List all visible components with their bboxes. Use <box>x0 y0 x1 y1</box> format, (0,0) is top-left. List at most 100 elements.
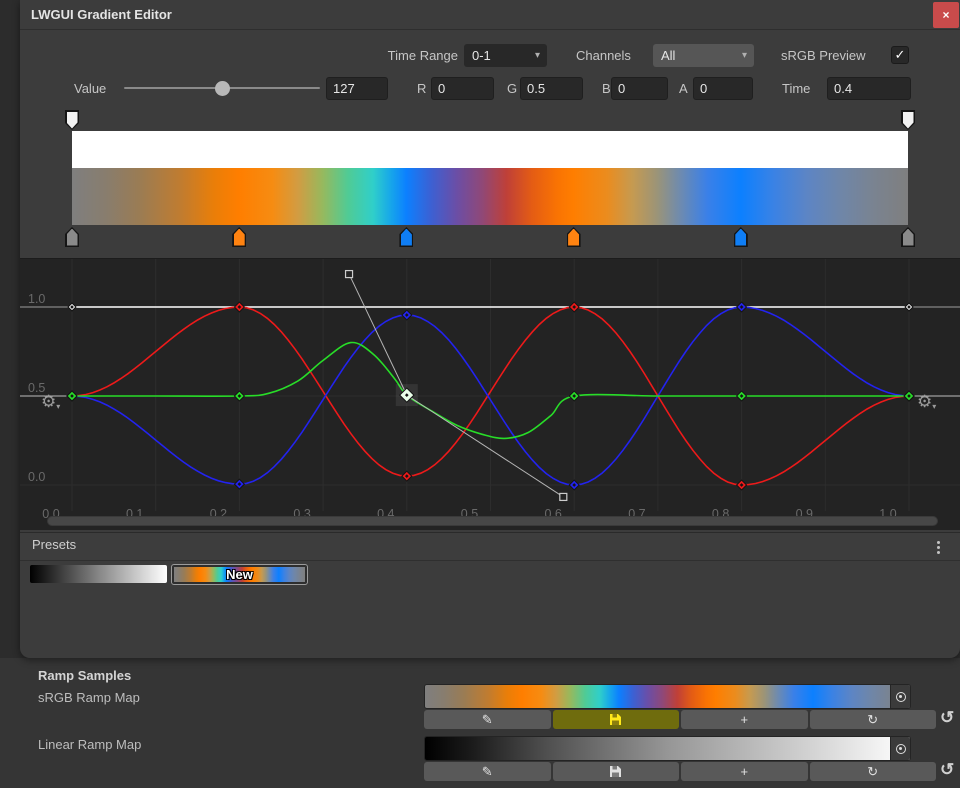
screen: Ramp Samples sRGB Ramp Map ✎ + ↻ ↺ Linea… <box>0 0 960 788</box>
color-key-marker[interactable] <box>734 227 748 247</box>
time-range-dropdown[interactable]: 0-1 ▾ <box>464 44 547 67</box>
time-input[interactable] <box>827 77 911 100</box>
edit-ramp-button[interactable]: ✎ <box>424 762 551 781</box>
refresh-ramp-button[interactable]: ↻ <box>810 762 937 781</box>
linear-ramp-preview <box>425 737 910 760</box>
chevron-down-icon: ▾ <box>932 402 936 411</box>
g-input[interactable] <box>520 77 583 100</box>
linear-ramp-object-field[interactable] <box>424 736 911 761</box>
srgb-ramp-map-label: sRGB Ramp Map <box>38 690 140 705</box>
value-slider[interactable] <box>122 77 322 100</box>
object-picker-button[interactable] <box>890 737 910 760</box>
srgb-ramp-preview <box>425 685 910 708</box>
srgb-preview-label: sRGB Preview <box>781 44 866 67</box>
alpha-markers-row <box>72 110 908 131</box>
refresh-ramp-button[interactable]: ↻ <box>810 710 937 729</box>
r-input[interactable] <box>431 77 494 100</box>
g-label: G <box>507 77 517 100</box>
value-label: Value <box>74 77 106 100</box>
kebab-menu-icon[interactable] <box>931 539 945 555</box>
gradient-preview-strip[interactable] <box>72 168 908 225</box>
channels-label: Channels <box>576 44 631 67</box>
green-curve-key[interactable] <box>67 391 77 401</box>
linear-ramp-toolbar: ✎ + ↻ <box>424 762 936 781</box>
refresh-icon: ↻ <box>867 712 878 728</box>
checkmark-icon: ✓ <box>895 47 906 63</box>
green-curve-key[interactable] <box>569 391 579 401</box>
channels-value: All <box>661 48 675 63</box>
b-input[interactable] <box>611 77 668 100</box>
alpha-key-marker[interactable] <box>901 110 915 130</box>
object-picker-icon <box>896 744 906 754</box>
blue-curve-key[interactable] <box>737 302 747 312</box>
time-range-label: Time Range <box>368 44 458 67</box>
time-label: Time <box>782 77 810 100</box>
color-key-marker[interactable] <box>567 227 581 247</box>
alpha-curve-key[interactable] <box>905 303 913 311</box>
save-ramp-button[interactable] <box>553 710 680 729</box>
add-ramp-button[interactable]: + <box>681 762 808 781</box>
svg-text:0.0: 0.0 <box>28 470 45 484</box>
blue-curve-key[interactable] <box>402 310 412 320</box>
object-picker-button[interactable] <box>890 685 910 708</box>
color-key-marker[interactable] <box>65 227 79 247</box>
chevron-down-icon: ▾ <box>742 44 747 67</box>
edit-ramp-button[interactable]: ✎ <box>424 710 551 729</box>
plus-icon: + <box>740 712 748 727</box>
slider-knob[interactable] <box>215 81 230 96</box>
alpha-curve-key[interactable] <box>68 303 76 311</box>
color-key-marker[interactable] <box>232 227 246 247</box>
curve-editor[interactable]: 0.00.10.20.30.40.50.60.70.80.91.01.00.50… <box>20 258 960 530</box>
window-title: LWGUI Gradient Editor <box>31 7 172 22</box>
gear-icon: ⚙ <box>41 392 56 411</box>
time-range-value: 0-1 <box>472 48 491 63</box>
value-input[interactable] <box>326 77 388 100</box>
blue-curve-key[interactable] <box>569 480 579 490</box>
red-curve-key[interactable] <box>737 480 747 490</box>
undo-linear-button[interactable]: ↺ <box>940 761 954 779</box>
channels-dropdown[interactable]: All ▾ <box>653 44 754 67</box>
srgb-preview-checkbox[interactable]: ✓ <box>891 46 909 64</box>
undo-icon: ↺ <box>940 708 954 727</box>
presets-title: Presets <box>32 537 76 552</box>
srgb-ramp-object-field[interactable] <box>424 684 911 709</box>
floppy-icon <box>609 713 622 726</box>
object-picker-icon <box>896 692 906 702</box>
alpha-preview-strip[interactable] <box>72 131 908 168</box>
gear-icon: ⚙ <box>917 392 932 411</box>
linear-ramp-map-label: Linear Ramp Map <box>38 737 141 752</box>
red-curve-key[interactable] <box>402 471 412 481</box>
curve-canvas[interactable]: 0.00.10.20.30.40.50.60.70.80.91.01.00.50… <box>20 259 960 531</box>
chevron-down-icon: ▾ <box>56 402 60 411</box>
horizontal-scrollbar[interactable] <box>47 516 938 526</box>
close-icon: × <box>942 8 949 22</box>
preset-name-label: New <box>172 565 307 584</box>
tangent-handle[interactable] <box>560 493 567 500</box>
inspector-panel: Ramp Samples sRGB Ramp Map ✎ + ↻ ↺ Linea… <box>0 658 960 788</box>
right-gear-menu[interactable]: ⚙▾ <box>917 392 936 417</box>
red-curve-key[interactable] <box>234 302 244 312</box>
blue-curve-key[interactable] <box>234 479 244 489</box>
red-curve-key[interactable] <box>569 302 579 312</box>
color-markers-row <box>72 227 908 248</box>
a-input[interactable] <box>693 77 753 100</box>
preset-swatch-new[interactable]: New <box>171 564 308 585</box>
alpha-key-marker[interactable] <box>65 110 79 130</box>
undo-srgb-button[interactable]: ↺ <box>940 709 954 727</box>
add-ramp-button[interactable]: + <box>681 710 808 729</box>
green-curve-key[interactable] <box>904 391 914 401</box>
b-label: B <box>602 77 611 100</box>
close-button[interactable]: × <box>933 2 959 28</box>
tangent-handle[interactable] <box>346 271 353 278</box>
presets-header <box>20 532 960 561</box>
left-gear-menu[interactable]: ⚙▾ <box>41 392 60 417</box>
green-curve-key[interactable] <box>234 391 244 401</box>
chevron-down-icon: ▾ <box>535 44 540 67</box>
green-curve-key[interactable] <box>737 391 747 401</box>
save-ramp-button[interactable] <box>553 762 680 781</box>
color-key-marker[interactable] <box>901 227 915 247</box>
preset-swatch-grayscale[interactable] <box>30 565 167 583</box>
ramp-samples-header: Ramp Samples <box>38 668 131 683</box>
color-key-marker[interactable] <box>399 227 413 247</box>
srgb-ramp-toolbar: ✎ + ↻ <box>424 710 936 729</box>
